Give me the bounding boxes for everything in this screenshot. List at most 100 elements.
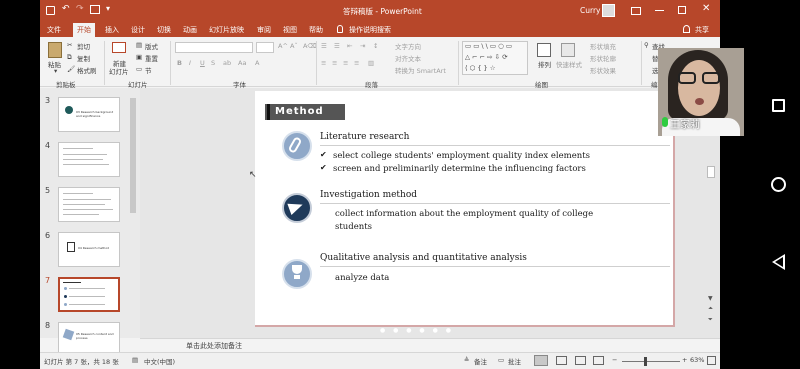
layout-button[interactable]: 版式 bbox=[145, 41, 158, 51]
zoom-slider[interactable] bbox=[622, 361, 680, 362]
slide-thumbnail-3[interactable]: 03 Research background and significance bbox=[58, 97, 120, 132]
section-icon: ▭ bbox=[136, 65, 143, 73]
align-text-button[interactable]: 对齐文本 bbox=[395, 53, 421, 63]
font-size-select[interactable] bbox=[256, 42, 274, 53]
previous-slide-icon[interactable]: ⏶ bbox=[708, 305, 713, 313]
save-icon[interactable] bbox=[46, 6, 55, 15]
slide-thumbnail-6[interactable]: 04 Research method bbox=[58, 232, 120, 267]
strikethrough-icon[interactable]: S bbox=[211, 59, 215, 67]
spelling-icon[interactable]: ▤ bbox=[132, 356, 138, 364]
format-painter-button[interactable]: 格式刷 bbox=[77, 65, 97, 75]
avatar[interactable] bbox=[602, 4, 615, 17]
align-right-icon[interactable]: ≡ bbox=[343, 59, 348, 67]
quick-styles-icon[interactable] bbox=[561, 43, 575, 57]
paste-icon[interactable] bbox=[48, 42, 62, 58]
user-name[interactable]: Curry bbox=[580, 6, 600, 15]
zoom-in-button[interactable]: + bbox=[682, 356, 687, 364]
reset-button[interactable]: 重置 bbox=[145, 53, 158, 63]
slide-heading: Method bbox=[275, 106, 324, 117]
tab-slideshow[interactable]: 幻灯片放映 bbox=[209, 25, 244, 35]
align-left-icon[interactable]: ≡ bbox=[321, 59, 326, 67]
underline-icon[interactable]: U bbox=[200, 59, 205, 67]
ribbon-display-options-icon[interactable] bbox=[631, 7, 641, 15]
shape-effects-button[interactable]: 形状效果 bbox=[590, 65, 616, 75]
tell-me-search[interactable]: 操作说明搜索 bbox=[349, 25, 391, 35]
section-button[interactable]: 节 bbox=[145, 65, 152, 75]
slide-thumbnail-7[interactable] bbox=[58, 277, 120, 312]
change-case-icon[interactable]: Aa bbox=[238, 59, 246, 67]
arrange-button[interactable]: 排列 bbox=[538, 59, 551, 69]
clear-formatting-icon[interactable]: A⌫ bbox=[303, 42, 317, 50]
tab-review[interactable]: 审阅 bbox=[257, 25, 271, 35]
columns-icon[interactable]: ▥ bbox=[368, 59, 374, 67]
shape-fill-button[interactable]: 形状填充 bbox=[590, 41, 616, 51]
shape-outline-button[interactable]: 形状轮廓 bbox=[590, 53, 616, 63]
copy-button[interactable]: 复制 bbox=[77, 53, 90, 63]
restore-icon[interactable] bbox=[678, 6, 686, 14]
tab-design[interactable]: 设计 bbox=[131, 25, 145, 35]
minimize-icon[interactable] bbox=[655, 10, 664, 11]
close-icon[interactable]: ✕ bbox=[702, 3, 710, 14]
slide-sorter-icon[interactable] bbox=[556, 356, 567, 365]
new-slide-label[interactable]: 幻灯片 bbox=[109, 66, 129, 76]
bold-icon[interactable]: B bbox=[177, 59, 182, 67]
home-icon[interactable] bbox=[771, 177, 786, 192]
zoom-slider-thumb[interactable] bbox=[644, 357, 647, 366]
redo-icon[interactable]: ↷ bbox=[76, 4, 84, 14]
paste-dropdown-icon[interactable]: ▾ bbox=[54, 67, 57, 75]
slideshow-view-icon[interactable] bbox=[593, 356, 604, 365]
character-spacing-icon[interactable]: ab bbox=[223, 59, 231, 67]
document-title: 答辩稿版 - PowerPoint bbox=[343, 7, 422, 16]
fit-to-window-icon[interactable] bbox=[707, 356, 716, 365]
font-family-select[interactable] bbox=[175, 42, 253, 53]
italic-icon[interactable]: I bbox=[189, 59, 191, 67]
tab-transitions[interactable]: 切换 bbox=[157, 25, 171, 35]
normal-view-icon[interactable] bbox=[534, 355, 548, 366]
language-indicator[interactable]: 中文(中国) bbox=[144, 356, 175, 366]
share-icon[interactable] bbox=[683, 25, 690, 33]
scroll-down-icon[interactable]: ▼ bbox=[708, 295, 713, 302]
tab-file[interactable]: 文件 bbox=[47, 25, 61, 35]
slide-thumbnail-4[interactable] bbox=[58, 142, 120, 177]
start-from-beginning-icon[interactable] bbox=[90, 5, 100, 14]
slide[interactable]: Method Literature research ✔ select coll… bbox=[255, 91, 675, 327]
recent-apps-icon[interactable] bbox=[772, 99, 785, 112]
share-button[interactable]: 共享 bbox=[695, 25, 709, 35]
notes-placeholder[interactable]: 单击此处添加备注 bbox=[186, 341, 242, 351]
zoom-out-button[interactable]: − bbox=[612, 356, 617, 364]
font-color-icon[interactable]: A bbox=[255, 59, 259, 67]
thumbnail-scrollbar[interactable] bbox=[130, 98, 136, 213]
line-spacing-icon[interactable]: ↕ bbox=[373, 42, 378, 50]
next-slide-icon[interactable]: ⏷ bbox=[708, 316, 713, 324]
comments-toggle[interactable]: 批注 bbox=[508, 356, 521, 366]
tab-insert[interactable]: 插入 bbox=[105, 25, 119, 35]
text-direction-button[interactable]: 文字方向 bbox=[395, 41, 421, 51]
tab-home[interactable]: 开始 bbox=[73, 23, 95, 37]
increase-font-size-icon[interactable]: A^ bbox=[278, 42, 288, 50]
notes-toggle[interactable]: 备注 bbox=[474, 356, 487, 366]
format-painter-icon: 🖌 bbox=[67, 65, 76, 73]
customize-qat-icon[interactable]: ▾ bbox=[106, 4, 110, 13]
bullets-icon[interactable]: ☰ bbox=[321, 42, 327, 50]
undo-icon[interactable]: ↶ bbox=[62, 4, 70, 14]
reading-view-icon[interactable] bbox=[575, 356, 586, 365]
tab-help[interactable]: 帮助 bbox=[309, 25, 323, 35]
numbering-icon[interactable]: ☰ bbox=[334, 42, 340, 50]
zoom-level[interactable]: 63% bbox=[690, 356, 704, 364]
quick-styles-button[interactable]: 快速样式 bbox=[556, 59, 582, 69]
notes-pane[interactable]: 单击此处添加备注 bbox=[140, 338, 720, 352]
tab-view[interactable]: 视图 bbox=[283, 25, 297, 35]
tab-animations[interactable]: 动画 bbox=[183, 25, 197, 35]
decrease-indent-icon[interactable]: ⇤ bbox=[347, 42, 352, 50]
increase-indent-icon[interactable]: ⇥ bbox=[360, 42, 365, 50]
participant-video[interactable]: 王家莉 bbox=[658, 48, 744, 136]
cut-button[interactable]: 剪切 bbox=[77, 41, 90, 51]
slide-thumbnail-5[interactable] bbox=[58, 187, 120, 222]
convert-smartart-button[interactable]: 转换为 SmartArt bbox=[395, 65, 446, 75]
justify-icon[interactable]: ≡ bbox=[354, 59, 359, 67]
decrease-font-size-icon[interactable]: Aˇ bbox=[290, 42, 298, 50]
scroll-thumb[interactable] bbox=[707, 166, 715, 178]
new-slide-icon[interactable] bbox=[112, 42, 126, 53]
arrange-icon[interactable] bbox=[537, 43, 551, 57]
align-center-icon[interactable]: ≡ bbox=[332, 59, 337, 67]
